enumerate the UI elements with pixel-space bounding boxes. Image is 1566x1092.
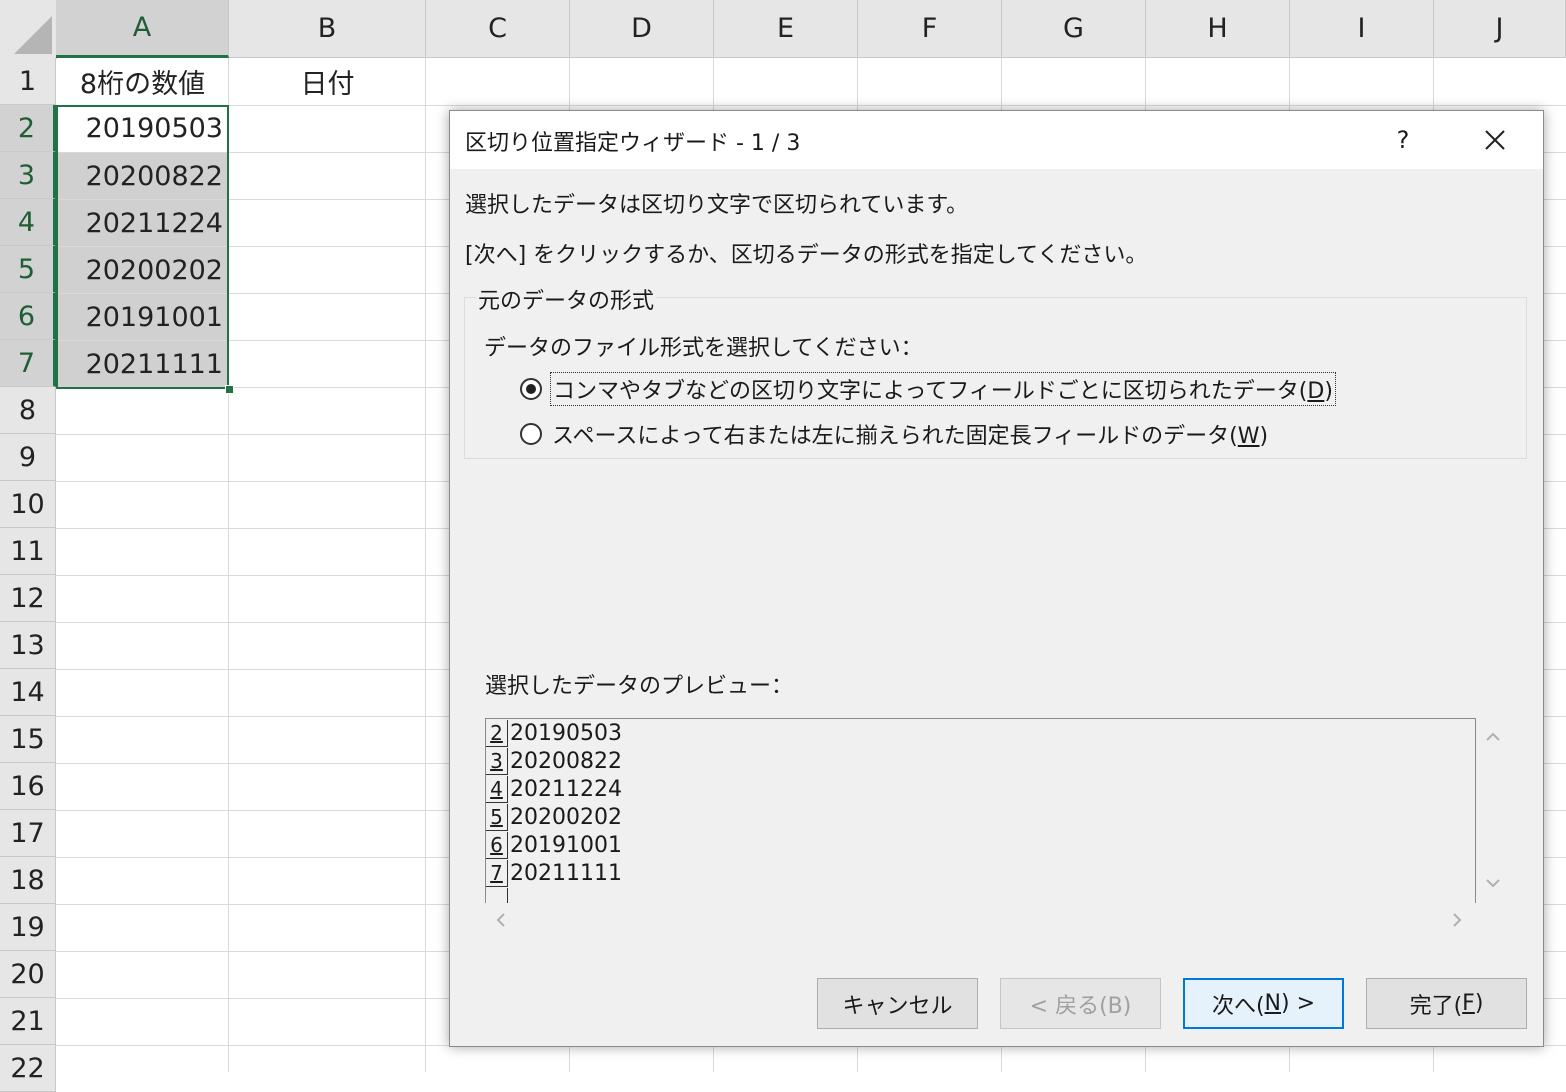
row-header-5[interactable]: 5 xyxy=(0,246,56,293)
cell-a5[interactable]: 20200202 xyxy=(56,247,229,293)
fill-handle[interactable] xyxy=(225,385,234,394)
data-preview-pane[interactable]: 2 20190503 3 20200822 4 20211224 5 20200202 … xyxy=(485,718,1476,903)
finish-button[interactable]: 完了(F) xyxy=(1366,978,1527,1029)
column-header-a[interactable]: A xyxy=(56,0,229,58)
radio-delimited[interactable]: コンマやタブなどの区切り文字によってフィールドごとに区切られたデータ(D) xyxy=(520,372,1336,406)
row-header-2[interactable]: 2 xyxy=(0,105,56,152)
row-header-7[interactable]: 7 xyxy=(0,340,56,387)
scroll-down-icon[interactable] xyxy=(1486,879,1500,889)
preview-row xyxy=(486,887,1475,903)
next-button[interactable]: 次へ(N) > xyxy=(1183,978,1344,1029)
select-all-triangle-icon xyxy=(14,16,52,54)
cell-a7[interactable]: 20211111 xyxy=(56,341,229,387)
column-header-g[interactable]: G xyxy=(1002,0,1146,58)
cell-a6[interactable]: 20191001 xyxy=(56,294,229,340)
column-header-b[interactable]: B xyxy=(229,0,426,58)
preview-row: 2 20190503 xyxy=(486,719,1475,747)
dialog-title: 区切り位置指定ウィザード - 1 / 3 xyxy=(465,131,801,156)
select-all-corner[interactable] xyxy=(0,0,57,59)
close-icon xyxy=(1485,130,1505,150)
scroll-right-icon[interactable] xyxy=(1453,913,1463,927)
row-header-1[interactable]: 1 xyxy=(0,58,56,105)
cell-a4[interactable]: 20211224 xyxy=(56,200,229,246)
row-header-15[interactable]: 15 xyxy=(0,716,56,763)
row-header-14[interactable]: 14 xyxy=(0,669,56,716)
gridline xyxy=(425,58,426,1072)
column-header-j[interactable]: J xyxy=(1434,0,1566,58)
row-header-18[interactable]: 18 xyxy=(0,857,56,904)
cancel-button[interactable]: キャンセル xyxy=(817,978,978,1029)
preview-row: 3 20200822 xyxy=(486,747,1475,775)
preview-row: 6 20191001 xyxy=(486,831,1475,859)
scroll-left-icon[interactable] xyxy=(495,913,505,927)
dialog-titlebar[interactable]: 区切り位置指定ウィザード - 1 / 3 ? xyxy=(450,111,1543,169)
intro-text-line2: [次へ] をクリックするか、区切るデータの形式を指定してください。 xyxy=(465,243,1148,268)
back-button[interactable]: < 戻る(B) xyxy=(1000,978,1161,1029)
column-header-e[interactable]: E xyxy=(714,0,858,58)
cell-b1[interactable]: 日付 xyxy=(229,58,426,105)
row-header-9[interactable]: 9 xyxy=(0,434,56,481)
column-header-f[interactable]: F xyxy=(858,0,1002,58)
radio-delimited-label[interactable]: コンマやタブなどの区切り文字によってフィールドごとに区切られたデータ(D) xyxy=(550,372,1336,406)
row-header-12[interactable]: 12 xyxy=(0,575,56,622)
row-header-6[interactable]: 6 xyxy=(0,293,56,340)
row-header-3[interactable]: 3 xyxy=(0,152,56,199)
row-header-21[interactable]: 21 xyxy=(0,998,56,1045)
row-header-17[interactable]: 17 xyxy=(0,810,56,857)
radio-button-unselected[interactable] xyxy=(520,423,542,445)
row-header-20[interactable]: 20 xyxy=(0,951,56,998)
group-label: 元のデータの形式 xyxy=(476,283,657,315)
cell-a2[interactable]: 20190503 xyxy=(56,105,229,152)
preview-row: 5 20200202 xyxy=(486,803,1475,831)
radio-button-selected[interactable] xyxy=(520,378,542,400)
row-header-22[interactable]: 22 xyxy=(0,1045,56,1092)
row-header-19[interactable]: 19 xyxy=(0,904,56,951)
text-to-columns-wizard-dialog: 区切り位置指定ウィザード - 1 / 3 ? 選択したデータは区切り文字で区切ら… xyxy=(449,110,1544,1047)
close-button[interactable] xyxy=(1470,119,1520,161)
row-header-10[interactable]: 10 xyxy=(0,481,56,528)
column-header-c[interactable]: C xyxy=(426,0,570,58)
row-header-13[interactable]: 13 xyxy=(0,622,56,669)
preview-row: 4 20211224 xyxy=(486,775,1475,803)
row-header-11[interactable]: 11 xyxy=(0,528,56,575)
cell-a1[interactable]: 8桁の数値 xyxy=(56,58,229,105)
radio-fixed-width-label[interactable]: スペースによって右または左に揃えられた固定長フィールドのデータ(W) xyxy=(550,418,1270,450)
column-header-h[interactable]: H xyxy=(1146,0,1290,58)
preview-row: 7 20211111 xyxy=(486,859,1475,887)
radio-fixed-width[interactable]: スペースによって右または左に揃えられた固定長フィールドのデータ(W) xyxy=(520,418,1270,450)
preview-label: 選択したデータのプレビュー： xyxy=(485,674,794,699)
column-header-d[interactable]: D xyxy=(570,0,714,58)
row-header-8[interactable]: 8 xyxy=(0,387,56,434)
help-button[interactable]: ? xyxy=(1380,119,1426,161)
group-prompt: データのファイル形式を選択してください： xyxy=(484,336,923,361)
row-header-16[interactable]: 16 xyxy=(0,763,56,810)
scroll-up-icon[interactable] xyxy=(1486,731,1500,741)
gridline xyxy=(56,105,1566,106)
cell-a3[interactable]: 20200822 xyxy=(56,153,229,199)
column-header-i[interactable]: I xyxy=(1290,0,1434,58)
intro-text-line1: 選択したデータは区切り文字で区切られています。 xyxy=(465,193,969,218)
row-header-4[interactable]: 4 xyxy=(0,199,56,246)
